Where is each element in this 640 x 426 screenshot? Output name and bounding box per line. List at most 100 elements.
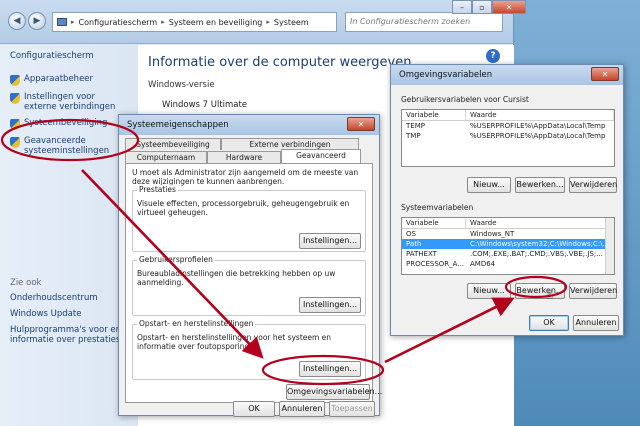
minimize-button[interactable]: –	[452, 0, 472, 14]
shield-icon	[10, 75, 20, 86]
sidebar-item-apparaatbeheer[interactable]: Apparaatbeheer	[10, 74, 128, 86]
list-header: Variabele Waarde	[402, 110, 614, 121]
cancel-button[interactable]: Annuleren	[573, 315, 619, 331]
forward-button[interactable]: ▶	[28, 12, 46, 30]
tab-computernaam[interactable]: Computernaam	[125, 151, 207, 163]
column-header[interactable]: Variabele	[402, 218, 466, 228]
close-button[interactable]: ✕	[492, 0, 526, 14]
environment-variables-dialog: Omgevingsvariabelen ✕ Gebruikersvariabel…	[390, 64, 624, 336]
shield-icon	[10, 119, 20, 130]
system-edit-button[interactable]: Bewerken...	[515, 283, 565, 299]
system-delete-button[interactable]: Verwijderen	[569, 283, 617, 299]
performance-settings-button[interactable]: Instellingen...	[299, 233, 361, 249]
group-description: Bureaubladinstellingen die betrekking he…	[137, 269, 336, 287]
breadcrumb-separator-icon: ▸	[161, 18, 165, 26]
maximize-button[interactable]: ▫	[472, 0, 492, 14]
search-input[interactable]: In Configuratiescherm zoeken	[345, 12, 503, 32]
tab-hardware[interactable]: Hardware	[207, 151, 281, 163]
ok-button[interactable]: OK	[233, 401, 275, 417]
close-button[interactable]: ✕	[591, 67, 619, 81]
dialog-title-text: Systeemeigenschappen	[127, 120, 229, 130]
variable-value: AMD64	[470, 260, 496, 268]
column-header[interactable]: Variabele	[402, 110, 466, 120]
breadcrumb-item[interactable]: Systeem en beveiliging	[169, 18, 263, 27]
sidebar-home-link[interactable]: Configuratiescherm	[10, 51, 128, 61]
sidebar-item-label: Geavanceerde systeeminstellingen	[24, 136, 110, 156]
group-prestaties: Prestaties Visuele effecten, processorge…	[132, 185, 366, 252]
table-row[interactable]: OS Windows_NT	[402, 229, 614, 239]
table-row[interactable]: PROCESSOR_A... AMD64	[402, 259, 614, 269]
sidebar-item-externe-verbindingen[interactable]: Instellingen voor externe verbindingen	[10, 92, 128, 112]
group-opstart-herstel: Opstart- en herstelinstellingen Opstart-…	[132, 319, 366, 380]
table-row[interactable]: TMP %USERPROFILE%\AppData\Local\Temp	[402, 131, 614, 141]
variable-name: PROCESSOR_A...	[406, 260, 465, 268]
ok-button[interactable]: OK	[529, 315, 569, 331]
group-label: Gebruikersprofielen	[137, 255, 215, 264]
tab-row-lower: Computernaam Hardware Geavanceerd	[125, 149, 361, 163]
apply-button[interactable]: Toepassen	[329, 401, 375, 417]
user-new-button[interactable]: Nieuw...	[467, 177, 511, 193]
window-controls: – ▫ ✕	[452, 0, 526, 14]
cancel-button[interactable]: Annuleren	[279, 401, 325, 417]
vertical-scrollbar[interactable]	[605, 218, 614, 274]
variable-value: .COM;.EXE;.BAT;.CMD;.VBS;.VBE;.JS;...	[470, 250, 603, 258]
group-description: Opstart- en herstelinstellingen voor het…	[137, 333, 332, 351]
variable-name: OS	[406, 230, 416, 238]
dialog-title: Systeemeigenschappen ✕	[119, 115, 379, 135]
advanced-tab-panel: U moet als Administrator zijn aangemeld …	[125, 163, 382, 403]
table-row[interactable]: TEMP %USERPROFILE%\AppData\Local\Temp	[402, 121, 614, 131]
back-button[interactable]: ◀	[8, 12, 26, 30]
group-label: Prestaties	[137, 185, 178, 194]
sidebar-item-label: Apparaatbeheer	[24, 74, 94, 84]
variable-name: TEMP	[406, 122, 425, 130]
column-header[interactable]: Waarde	[466, 218, 614, 228]
tab-geavanceerd[interactable]: Geavanceerd	[281, 149, 361, 163]
variable-value: C:\Windows\system32;C:\Windows;C:\...	[470, 240, 610, 248]
table-row[interactable]: PATHEXT .COM;.EXE;.BAT;.CMD;.VBS;.VBE;.J…	[402, 249, 614, 259]
environment-variables-button[interactable]: Omgevingsvariabelen...	[286, 384, 382, 400]
list-header: Variabele Waarde	[402, 218, 614, 229]
see-also-link[interactable]: Onderhoudscentrum	[10, 293, 128, 303]
variable-value: %USERPROFILE%\AppData\Local\Temp	[470, 132, 606, 140]
system-new-button[interactable]: Nieuw...	[467, 283, 511, 299]
see-also-link[interactable]: Hulpprogramma's voor en informatie over …	[10, 325, 128, 345]
computer-icon	[57, 18, 67, 26]
startup-settings-button[interactable]: Instellingen...	[299, 361, 361, 377]
group-label: Opstart- en herstelinstellingen	[137, 319, 256, 328]
system-properties-dialog: Systeemeigenschappen ✕ Systeembeveiligin…	[118, 114, 382, 417]
sidebar-item-label: Instellingen voor externe verbindingen	[24, 92, 116, 112]
profiles-settings-button[interactable]: Instellingen...	[299, 297, 361, 313]
dialog-title-text: Omgevingsvariabelen	[399, 70, 493, 80]
shield-icon	[10, 137, 20, 148]
see-also-link[interactable]: Windows Update	[10, 309, 128, 319]
user-edit-button[interactable]: Bewerken...	[515, 177, 565, 193]
user-variables-list[interactable]: Variabele Waarde TEMP %USERPROFILE%\AppD…	[401, 109, 615, 167]
variable-name: TMP	[406, 132, 421, 140]
address-bar[interactable]: ▸ Configuratiescherm ▸ Systeem en beveil…	[52, 12, 337, 32]
sidebar-item-geavanceerde-instellingen[interactable]: Geavanceerde systeeminstellingen	[10, 136, 128, 156]
variable-name: PATHEXT	[406, 250, 437, 258]
sidebar-item-label: Systeembeveiliging	[24, 118, 108, 128]
group-gebruikersprofielen: Gebruikersprofielen Bureaubladinstelling…	[132, 255, 366, 316]
user-delete-button[interactable]: Verwijderen	[569, 177, 617, 193]
breadcrumb-item[interactable]: Configuratiescherm	[79, 18, 158, 27]
system-variables-list[interactable]: Variabele Waarde OS Windows_NT Path C:\W…	[401, 217, 615, 275]
variable-value: Windows_NT	[470, 230, 515, 238]
breadcrumb-separator-icon: ▸	[71, 18, 75, 26]
column-header[interactable]: Waarde	[466, 110, 614, 120]
variable-value: %USERPROFILE%\AppData\Local\Temp	[470, 122, 606, 130]
sidebar-item-systeembeveiliging[interactable]: Systeembeveiliging	[10, 118, 128, 130]
mouse-cursor-icon: ☝	[546, 288, 554, 302]
help-icon[interactable]: ?	[486, 49, 500, 63]
admin-notice: U moet als Administrator zijn aangemeld …	[132, 168, 359, 186]
tab-systeembeveiliging[interactable]: Systeembeveiliging	[125, 138, 221, 150]
breadcrumb-separator-icon: ▸	[266, 18, 270, 26]
variable-name: Path	[406, 240, 422, 248]
breadcrumb-item[interactable]: Systeem	[274, 18, 309, 27]
table-row-selected[interactable]: Path C:\Windows\system32;C:\Windows;C:\.…	[402, 239, 614, 249]
window-titlebar: ◀ ▶ ▸ Configuratiescherm ▸ Systeem en be…	[0, 0, 526, 44]
group-description: Visuele effecten, processorgebruik, gehe…	[137, 199, 350, 217]
dialog-title: Omgevingsvariabelen ✕	[391, 65, 623, 85]
close-button[interactable]: ✕	[347, 117, 375, 131]
user-variables-title: Gebruikersvariabelen voor Cursist	[401, 95, 529, 104]
